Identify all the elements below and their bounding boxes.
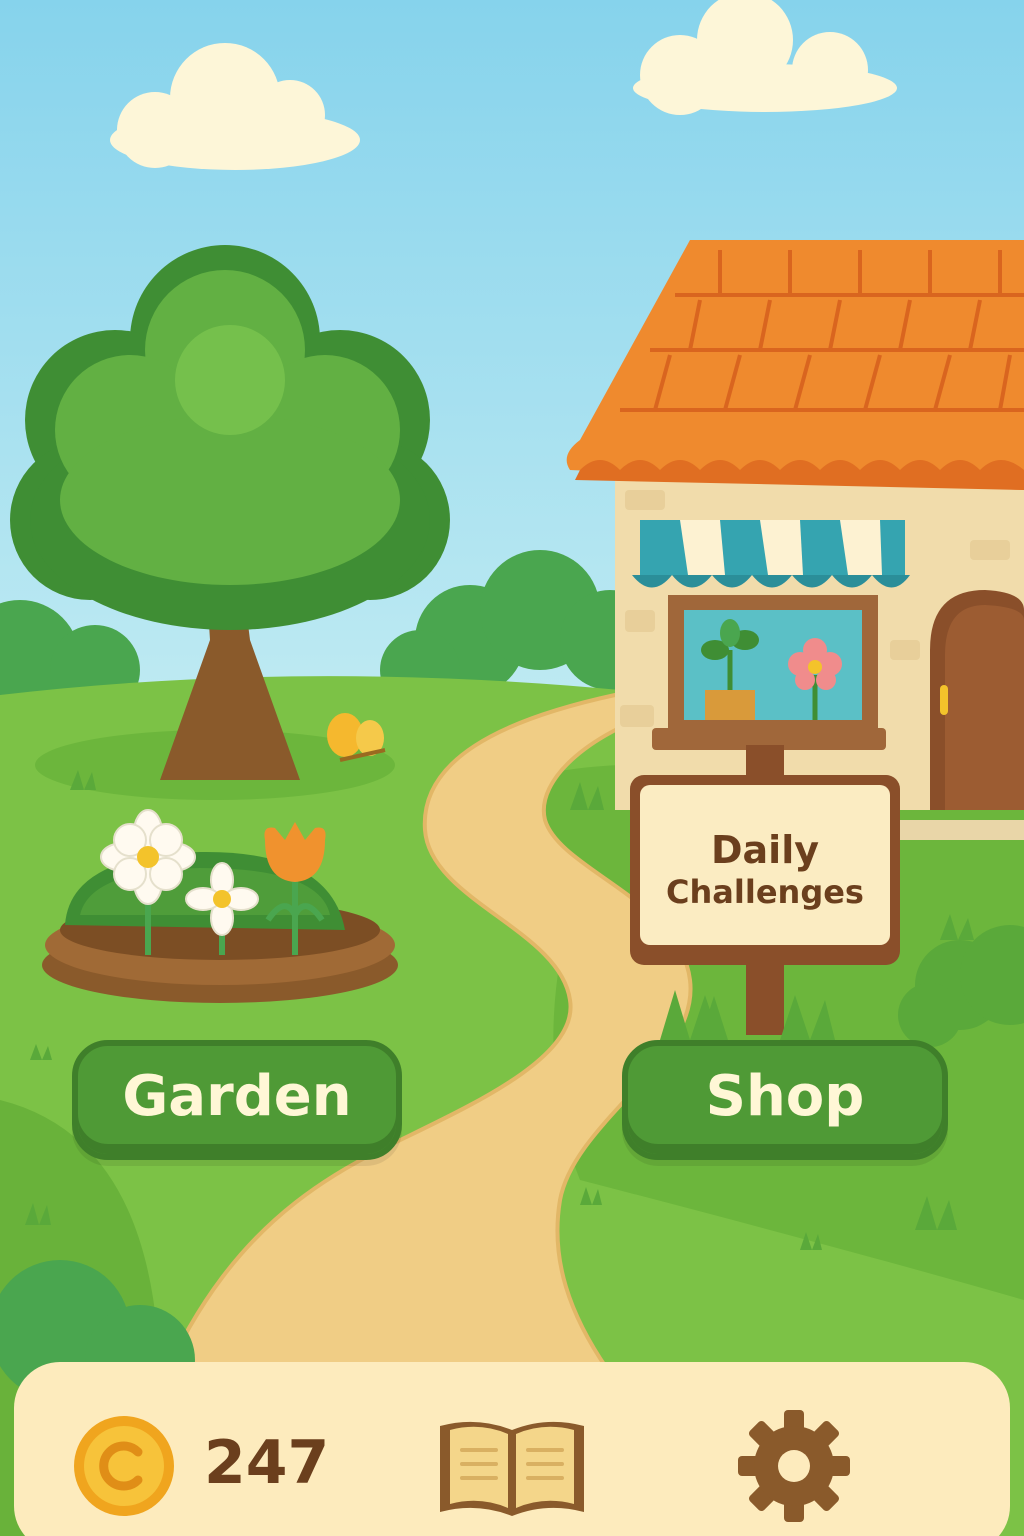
daily-challenges-sign[interactable]: Daily Challenges	[640, 800, 890, 940]
scene-background	[0, 0, 1024, 1536]
game-scene: Daily Challenges Garden Shop 247	[0, 0, 1024, 1536]
coin-icon	[74, 1416, 174, 1516]
sign-line-1: Daily	[710, 828, 819, 872]
shop-button[interactable]: Shop	[622, 1040, 948, 1160]
garden-button[interactable]: Garden	[72, 1040, 402, 1160]
coin-count: 247	[204, 1428, 330, 1498]
journal-book-icon[interactable]	[432, 1412, 592, 1522]
gear-icon[interactable]	[734, 1406, 854, 1526]
bottom-bar: 247	[14, 1362, 1010, 1536]
sign-line-2: Challenges	[666, 873, 864, 911]
